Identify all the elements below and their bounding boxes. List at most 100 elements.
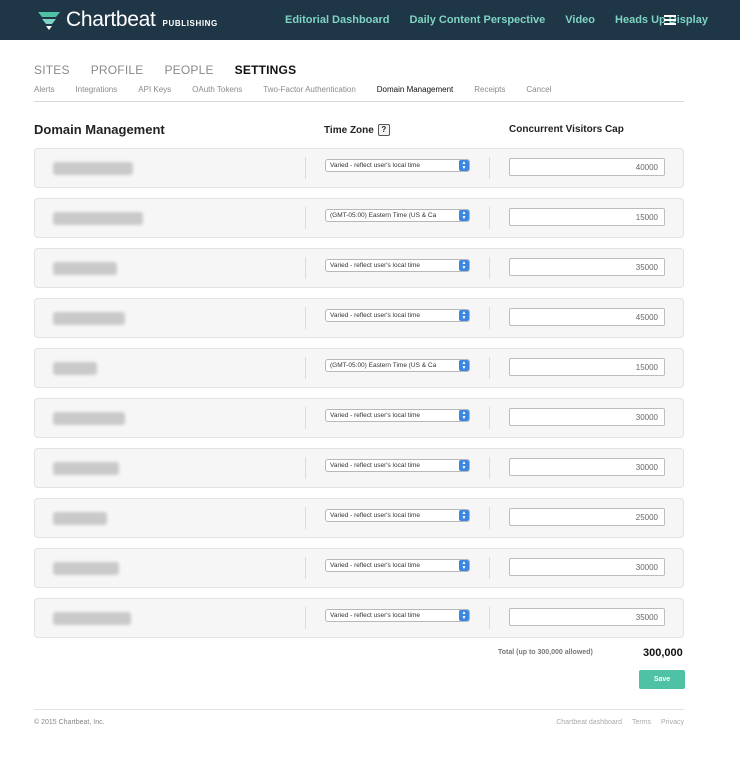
column-divider	[305, 357, 306, 379]
column-divider	[305, 607, 306, 629]
help-icon[interactable]: ?	[377, 124, 390, 136]
column-divider	[489, 207, 490, 229]
domain-row: Varied - reflect user's local time ▲ ▼	[34, 298, 684, 338]
footer-divider	[34, 709, 684, 710]
redacted-domain-name	[53, 462, 119, 475]
domain-row: (GMT-05:00) Eastern Time (US & Ca ▲ ▼	[34, 348, 684, 388]
column-divider	[489, 157, 490, 179]
copyright-text: © 2015 Chartbeat, Inc.	[34, 719, 105, 726]
domain-row: (GMT-05:00) Eastern Time (US & Ca ▲ ▼	[34, 198, 684, 238]
redacted-domain-name	[53, 412, 125, 425]
footer-link-chartbeat-dashboard[interactable]: Chartbeat dashboard	[556, 719, 622, 726]
hamburger-menu-icon[interactable]	[664, 15, 676, 25]
footer-link-terms[interactable]: Terms	[632, 719, 651, 726]
domain-management-heading: Domain Management	[34, 122, 165, 137]
visitors-cap-input[interactable]	[509, 308, 665, 326]
select-arrows-icon: ▲ ▼	[459, 260, 469, 271]
column-divider	[305, 307, 306, 329]
visitors-cap-input[interactable]	[509, 258, 665, 276]
domain-row: Varied - reflect user's local time ▲ ▼	[34, 598, 684, 638]
main-tabs: SITES PROFILE PEOPLE SETTINGS	[34, 63, 317, 77]
save-button[interactable]: Save	[639, 670, 685, 689]
domain-row: Varied - reflect user's local time ▲ ▼	[34, 148, 684, 188]
redacted-domain-name	[53, 262, 117, 275]
nav-video[interactable]: Video	[565, 14, 595, 26]
redacted-domain-name	[53, 612, 131, 625]
time-zone-select[interactable]: Varied - reflect user's local time ▲ ▼	[325, 459, 470, 472]
visitors-cap-input[interactable]	[509, 358, 665, 376]
time-zone-select[interactable]: Varied - reflect user's local time ▲ ▼	[325, 609, 470, 622]
select-arrows-icon: ▲ ▼	[459, 460, 469, 471]
tabs-divider	[34, 101, 684, 102]
time-zone-value: (GMT-05:00) Eastern Time (US & Ca	[330, 212, 437, 219]
redacted-domain-name	[53, 312, 125, 325]
column-divider	[489, 357, 490, 379]
chartbeat-logo[interactable]: Chartbeat PUBLISHING	[38, 8, 218, 32]
nav-heads-up-display[interactable]: Heads Up Display	[615, 14, 708, 26]
visitors-cap-input[interactable]	[509, 558, 665, 576]
subtab-oauth-tokens[interactable]: OAuth Tokens	[192, 85, 242, 94]
subtab-domain-management[interactable]: Domain Management	[377, 85, 453, 94]
column-divider	[305, 407, 306, 429]
time-zone-value: Varied - reflect user's local time	[330, 462, 420, 469]
column-divider	[305, 457, 306, 479]
subtab-api-keys[interactable]: API Keys	[138, 85, 171, 94]
time-zone-value: Varied - reflect user's local time	[330, 262, 420, 269]
time-zone-select[interactable]: Varied - reflect user's local time ▲ ▼	[325, 159, 470, 172]
domain-row: Varied - reflect user's local time ▲ ▼	[34, 248, 684, 288]
visitors-cap-input[interactable]	[509, 158, 665, 176]
subtab-two-factor-authentication[interactable]: Two-Factor Authentication	[263, 85, 356, 94]
chartbeat-logo-icon	[38, 12, 60, 30]
tab-settings[interactable]: SETTINGS	[235, 63, 297, 77]
time-zone-value: Varied - reflect user's local time	[330, 562, 420, 569]
redacted-domain-name	[53, 562, 119, 575]
domain-list: Varied - reflect user's local time ▲▼ (GM…	[34, 148, 684, 648]
column-divider	[305, 257, 306, 279]
subtab-alerts[interactable]: Alerts	[34, 85, 54, 94]
subtab-integrations[interactable]: Integrations	[75, 85, 117, 94]
nav-editorial-dashboard[interactable]: Editorial Dashboard	[285, 14, 390, 26]
top-nav: Editorial Dashboard Daily Content Perspe…	[265, 0, 708, 40]
tab-sites[interactable]: SITES	[34, 63, 70, 77]
select-arrows-icon: ▲ ▼	[459, 160, 469, 171]
select-arrows-icon: ▲ ▼	[459, 610, 469, 621]
total-label: Total (up to 300,000 allowed)	[498, 649, 593, 656]
time-zone-select[interactable]: Varied - reflect user's local time ▲ ▼	[325, 509, 470, 522]
time-zone-select[interactable]: (GMT-05:00) Eastern Time (US & Ca ▲ ▼	[325, 359, 470, 372]
visitors-cap-input[interactable]	[509, 608, 665, 626]
redacted-domain-name	[53, 162, 133, 175]
column-divider	[489, 407, 490, 429]
time-zone-select[interactable]: Varied - reflect user's local time ▲ ▼	[325, 259, 470, 272]
subtab-cancel[interactable]: Cancel	[526, 85, 551, 94]
footer-link-privacy[interactable]: Privacy	[661, 719, 684, 726]
time-zone-value: Varied - reflect user's local time	[330, 162, 420, 169]
time-zone-heading-label: Time Zone	[324, 124, 374, 136]
subtab-receipts[interactable]: Receipts	[474, 85, 505, 94]
concurrent-visitors-cap-heading: Concurrent Visitors Cap	[509, 124, 624, 135]
column-divider	[489, 257, 490, 279]
visitors-cap-input[interactable]	[509, 458, 665, 476]
redacted-domain-name	[53, 362, 97, 375]
select-arrows-icon: ▲ ▼	[459, 510, 469, 521]
tab-profile[interactable]: PROFILE	[91, 63, 144, 77]
tab-people[interactable]: PEOPLE	[164, 63, 213, 77]
visitors-cap-input[interactable]	[509, 208, 665, 226]
column-divider	[489, 307, 490, 329]
time-zone-select[interactable]: Varied - reflect user's local time ▲ ▼	[325, 309, 470, 322]
select-arrows-icon: ▲ ▼	[459, 210, 469, 221]
brand-name: Chartbeat	[66, 8, 156, 31]
time-zone-value: Varied - reflect user's local time	[330, 412, 420, 419]
visitors-cap-input[interactable]	[509, 408, 665, 426]
select-arrows-icon: ▲ ▼	[459, 410, 469, 421]
time-zone-select[interactable]: Varied - reflect user's local time ▲ ▼	[325, 559, 470, 572]
column-divider	[305, 157, 306, 179]
column-divider	[305, 507, 306, 529]
select-arrows-icon: ▲ ▼	[459, 310, 469, 321]
domain-row: Varied - reflect user's local time ▲ ▼	[34, 448, 684, 488]
time-zone-value: Varied - reflect user's local time	[330, 512, 420, 519]
time-zone-select[interactable]: (GMT-05:00) Eastern Time (US & Ca ▲ ▼	[325, 209, 470, 222]
time-zone-heading: Time Zone ?	[324, 124, 390, 136]
nav-daily-content-perspective[interactable]: Daily Content Perspective	[410, 14, 546, 26]
visitors-cap-input[interactable]	[509, 508, 665, 526]
time-zone-select[interactable]: Varied - reflect user's local time ▲ ▼	[325, 409, 470, 422]
